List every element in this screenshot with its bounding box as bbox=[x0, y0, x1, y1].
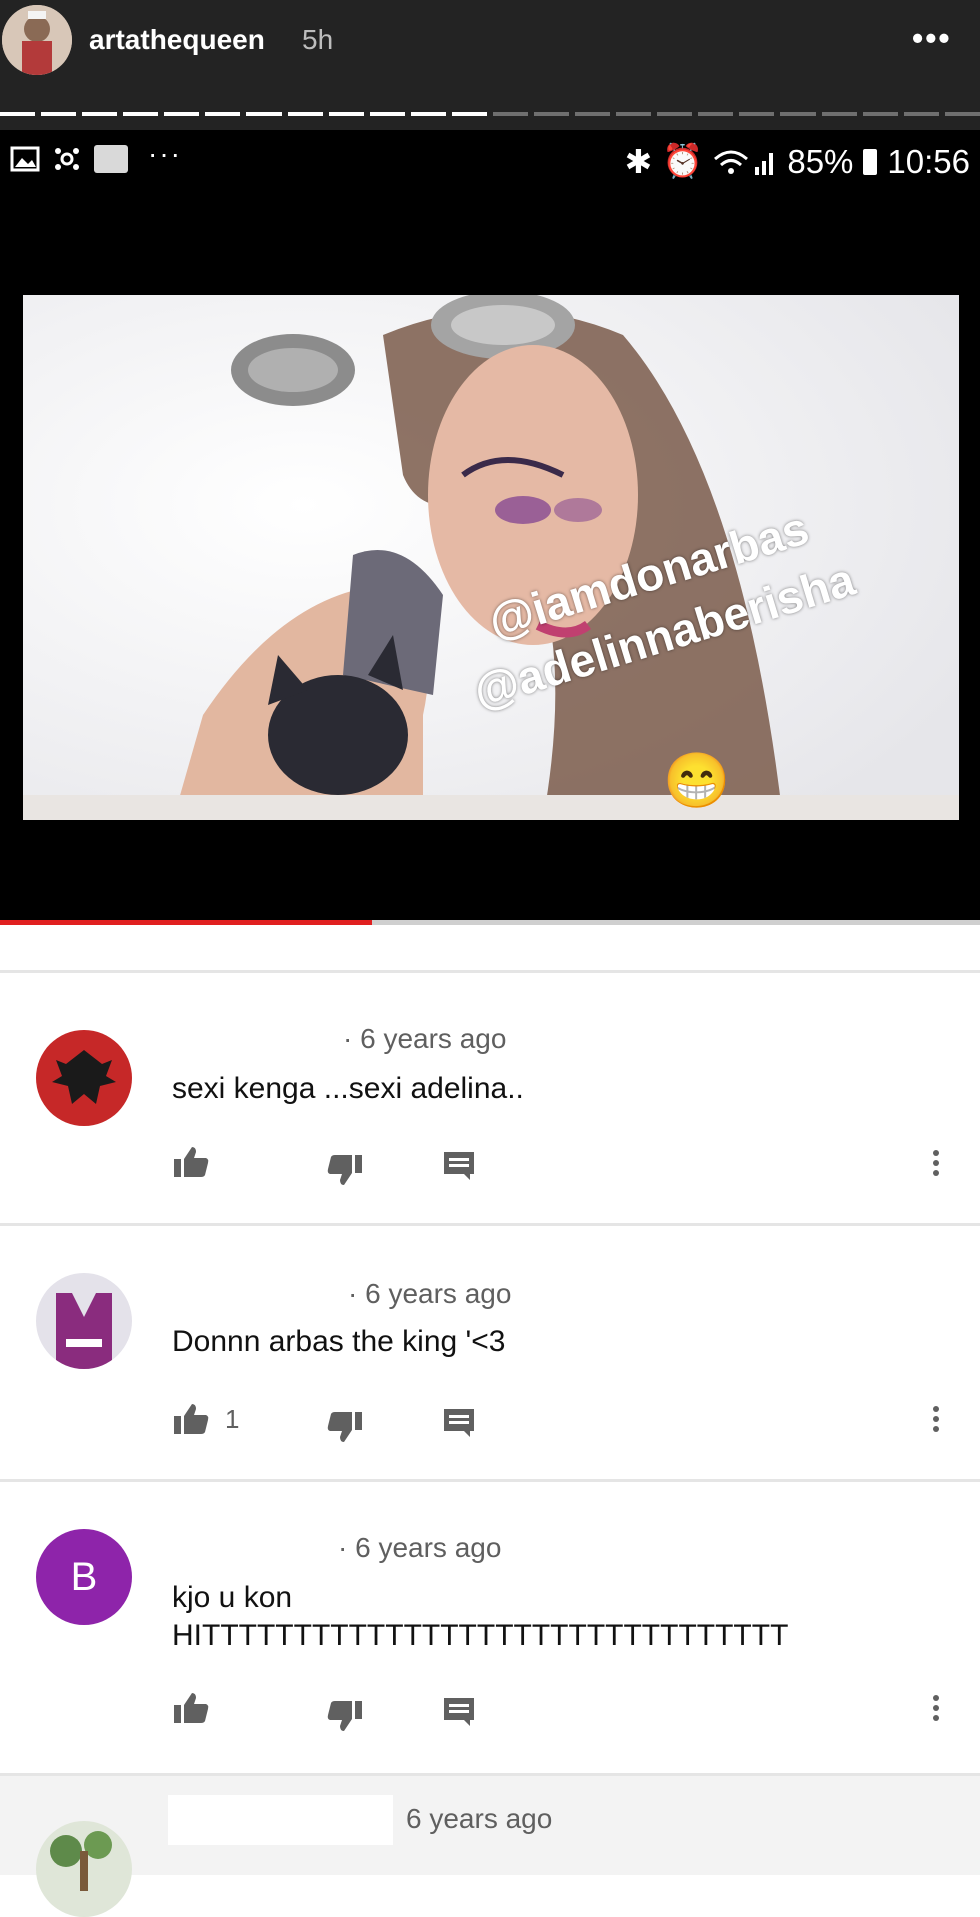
thumbs-up-icon[interactable] bbox=[172, 1402, 210, 1436]
settings-icon bbox=[55, 148, 79, 170]
story-progress-segment bbox=[903, 112, 939, 116]
comment-avatar[interactable]: B bbox=[36, 1529, 132, 1625]
story-progress-segment bbox=[698, 112, 734, 116]
grinning-emoji: 😁 bbox=[663, 751, 731, 811]
avatar-letter: B bbox=[70, 1554, 98, 1599]
comment-item: B · 6 years ago kjo u kon HITTTTTTTTTTTT… bbox=[0, 1482, 980, 1773]
battery-icon bbox=[863, 148, 878, 175]
story-progress-segment bbox=[657, 112, 693, 116]
more-horizontal-icon[interactable]: ••• bbox=[912, 20, 952, 57]
story-progress-segment bbox=[780, 112, 816, 116]
comment-avatar[interactable] bbox=[36, 1821, 132, 1917]
story-progress-segment bbox=[451, 112, 487, 116]
story-progress-segment bbox=[616, 112, 652, 116]
video-thumbnail bbox=[23, 295, 959, 820]
clock: 10:56 bbox=[887, 142, 970, 180]
story-progress-segment bbox=[164, 112, 200, 116]
story-progress-segment bbox=[205, 112, 241, 116]
story-progress-segment bbox=[575, 112, 611, 116]
comment-avatar[interactable] bbox=[36, 1030, 132, 1126]
thumbs-down-icon[interactable] bbox=[326, 1410, 364, 1444]
story-progress-segment bbox=[328, 112, 364, 116]
redacted-username bbox=[168, 1795, 393, 1845]
ebay-icon bbox=[94, 145, 128, 173]
more-icon: ··· bbox=[148, 138, 182, 169]
more-vertical-icon[interactable] bbox=[930, 1695, 942, 1725]
story-progress-segment bbox=[410, 112, 446, 116]
story-progress-segment bbox=[369, 112, 405, 116]
video-progress-fill bbox=[0, 920, 373, 925]
story-progress-bar bbox=[0, 112, 980, 117]
comment-time: · 6 years ago bbox=[338, 1532, 502, 1563]
image-icon bbox=[10, 146, 40, 172]
comment-text-line1: kjo u kon bbox=[172, 1581, 293, 1614]
comment-item: 6 years ago bbox=[0, 1776, 980, 1917]
story-progress-segment bbox=[739, 112, 775, 116]
story-avatar[interactable] bbox=[2, 5, 72, 75]
story-progress-segment bbox=[287, 112, 323, 116]
thumbs-up-icon[interactable] bbox=[172, 1145, 210, 1179]
comment-text-line2: HITTTTTTTTTTTTTTTTTTTTTTTTTTTTTTTT bbox=[172, 1619, 789, 1652]
thumbs-down-icon[interactable] bbox=[326, 1699, 364, 1733]
comment-text: Donnn arbas the king '<3 bbox=[172, 1325, 506, 1358]
story-progress-segment bbox=[82, 112, 118, 116]
story-progress-segment bbox=[0, 112, 36, 116]
thumbs-up-icon[interactable] bbox=[172, 1691, 210, 1725]
thumbs-down-icon[interactable] bbox=[326, 1153, 364, 1187]
story-progress-segment bbox=[123, 112, 159, 116]
reply-icon[interactable] bbox=[442, 1150, 476, 1182]
story-progress-segment bbox=[944, 112, 980, 116]
comment-time: · 6 years ago bbox=[348, 1278, 512, 1309]
reply-icon[interactable] bbox=[442, 1407, 476, 1439]
video-frame[interactable]: @iamdonarbas @adelinnaberisha 😁 bbox=[23, 295, 959, 820]
story-progress-segment bbox=[41, 112, 77, 116]
bluetooth-icon: ✱ bbox=[624, 143, 653, 180]
comment-avatar[interactable] bbox=[36, 1273, 132, 1369]
comment-text: sexi kenga ...sexi adelina.. bbox=[172, 1072, 524, 1105]
story-progress-segment bbox=[862, 112, 898, 116]
like-count: 1 bbox=[225, 1404, 240, 1434]
reply-icon[interactable] bbox=[442, 1696, 476, 1728]
alarm-icon: ⏰ bbox=[662, 142, 704, 179]
story-progress-segment bbox=[492, 112, 529, 116]
more-vertical-icon[interactable] bbox=[930, 1406, 942, 1436]
story-time: 5h bbox=[302, 24, 334, 55]
story-username[interactable]: artathequeen bbox=[89, 24, 265, 56]
story-header: artathequeen 5h ••• bbox=[0, 0, 980, 130]
comment-item: · 6 years ago Donnn arbas the king '<3 1 bbox=[0, 1226, 980, 1479]
story-progress-segment bbox=[821, 112, 857, 116]
comment-item: · 6 years ago sexi kenga ...sexi adelina… bbox=[0, 973, 980, 1223]
comment-time: · 6 years ago bbox=[343, 1023, 507, 1054]
comment-time: 6 years ago bbox=[406, 1803, 553, 1834]
story-progress-segment bbox=[246, 112, 282, 116]
story-progress-segment bbox=[534, 112, 570, 116]
battery-level: 85% bbox=[787, 142, 854, 180]
more-vertical-icon[interactable] bbox=[930, 1150, 942, 1180]
video-player[interactable]: @iamdonarbas @adelinnaberisha 😁 bbox=[0, 190, 980, 925]
video-progress-bar[interactable] bbox=[0, 920, 980, 925]
wifi-signal-icon bbox=[714, 150, 774, 175]
phone-status-bar: ··· ✱ ⏰ 85% 10:56 bbox=[0, 130, 980, 190]
